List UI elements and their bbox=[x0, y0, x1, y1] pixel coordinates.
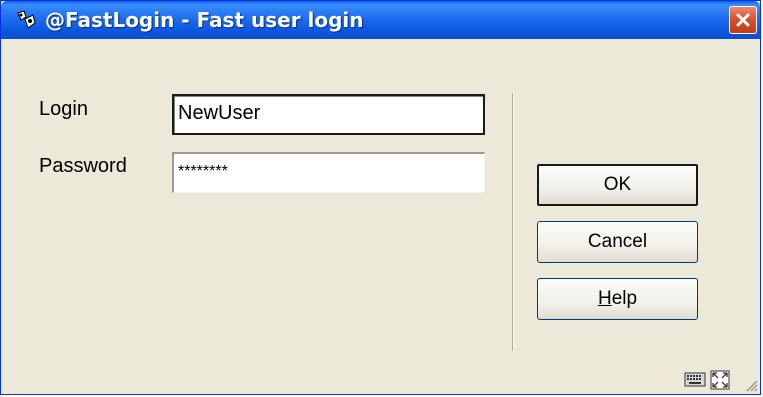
status-icons bbox=[684, 370, 730, 390]
cancel-button[interactable]: Cancel bbox=[537, 221, 698, 263]
help-accelerator: H bbox=[597, 288, 612, 309]
cancel-button-label: Cancel bbox=[587, 231, 648, 252]
help-button[interactable]: Help bbox=[537, 278, 698, 320]
resize-icon[interactable] bbox=[710, 370, 730, 390]
window-title: @FastLogin - Fast user login bbox=[45, 8, 364, 32]
login-label: Login bbox=[39, 98, 88, 120]
title-bar[interactable]: @FastLogin - Fast user login bbox=[1, 1, 760, 39]
vertical-divider bbox=[512, 93, 514, 351]
login-dialog: @FastLogin - Fast user login Login NewUs… bbox=[0, 0, 761, 395]
keyboard-icon[interactable] bbox=[684, 370, 706, 388]
login-input[interactable]: NewUser bbox=[172, 94, 485, 135]
app-logo-icon bbox=[17, 10, 36, 29]
password-input[interactable]: ******** bbox=[172, 152, 485, 193]
help-label-rest: elp bbox=[611, 288, 638, 309]
close-button[interactable] bbox=[729, 6, 757, 34]
ok-button[interactable]: OK bbox=[537, 164, 698, 206]
close-icon bbox=[736, 13, 750, 27]
help-button-label: Help bbox=[598, 288, 637, 310]
password-label: Password bbox=[39, 155, 127, 177]
size-grip-icon[interactable] bbox=[742, 376, 758, 392]
ok-button-label: OK bbox=[603, 174, 632, 195]
